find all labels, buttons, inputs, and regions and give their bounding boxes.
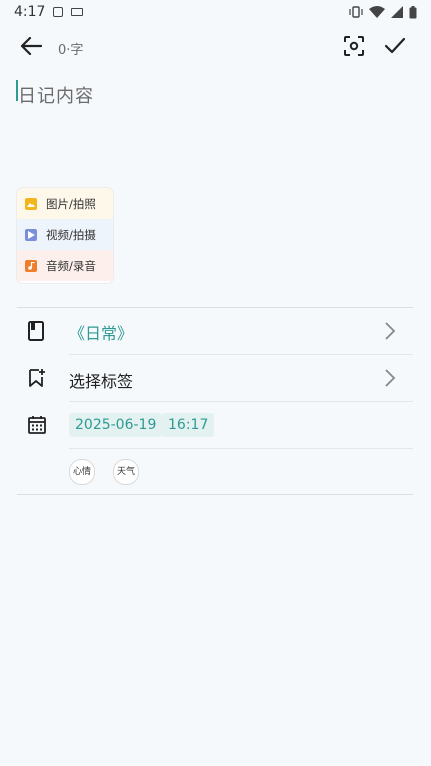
notebook-selector[interactable]: 《日常》	[69, 320, 133, 344]
tags-selector[interactable]: 选择标签	[69, 368, 133, 392]
media-item-video[interactable]: 视频/拍摄	[17, 219, 113, 250]
wifi-icon	[369, 6, 385, 18]
scan-button[interactable]	[341, 34, 367, 58]
toolbar: 0·字	[0, 30, 431, 62]
time-chip[interactable]: 16:17	[162, 413, 215, 437]
row-divider	[69, 354, 413, 355]
date-chip[interactable]: 2025-06-19	[69, 413, 163, 437]
music-note-icon	[25, 259, 37, 272]
row-divider	[69, 448, 413, 449]
signal-icon	[391, 6, 403, 18]
diary-content-input[interactable]: 日记内容	[18, 82, 94, 108]
back-button[interactable]	[18, 34, 44, 58]
word-count: 0·字	[58, 43, 84, 58]
check-icon	[384, 37, 406, 54]
media-item-label: 图片/拍照	[46, 196, 96, 211]
media-item-label: 视频/拍摄	[46, 227, 96, 242]
keyboard-icon	[71, 8, 84, 16]
bookmark-add-icon	[28, 368, 46, 392]
save-button[interactable]	[382, 34, 408, 58]
calendar-icon	[28, 415, 46, 438]
arrow-left-icon	[20, 37, 42, 55]
weather-chip[interactable]: 天气	[113, 459, 139, 485]
mood-chip[interactable]: 心情	[69, 459, 95, 485]
battery-icon	[409, 5, 417, 18]
media-item-image[interactable]: 图片/拍照	[17, 188, 113, 219]
play-icon	[25, 228, 37, 241]
image-icon	[25, 197, 37, 210]
section-divider-bottom	[17, 494, 413, 495]
media-menu: 图片/拍照 视频/拍摄 音频/录音	[17, 188, 113, 283]
section-divider-top	[17, 307, 413, 308]
status-bar: 4:17	[0, 0, 431, 24]
row-divider	[69, 401, 413, 402]
chevron-right-icon[interactable]	[384, 322, 396, 344]
notebook-icon	[28, 321, 44, 345]
chevron-right-icon[interactable]	[384, 369, 396, 391]
status-time: 4:17	[14, 4, 46, 20]
vibrate-icon	[349, 6, 363, 18]
media-item-label: 音频/录音	[46, 258, 96, 273]
notification-a-icon	[53, 7, 64, 17]
scan-icon	[344, 36, 364, 56]
media-item-audio[interactable]: 音频/录音	[17, 250, 113, 281]
